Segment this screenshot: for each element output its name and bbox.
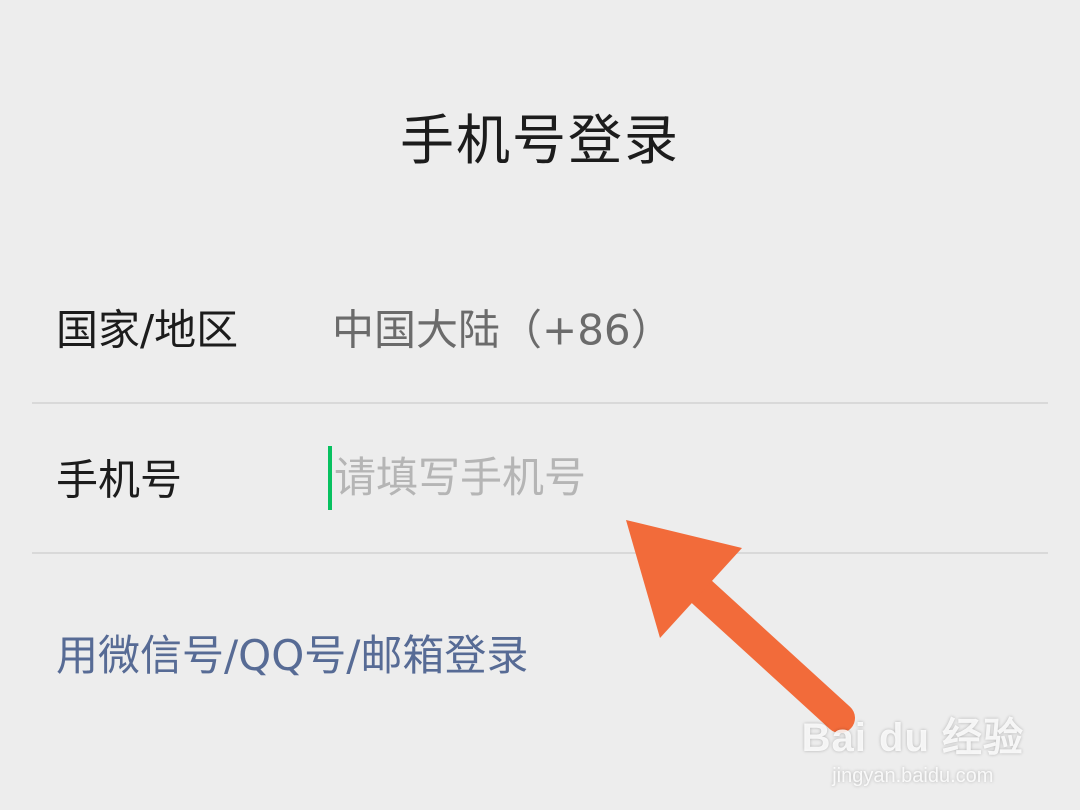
region-row[interactable]: 国家/地区 中国大陆（+86） xyxy=(32,252,1048,404)
phone-row: 手机号 xyxy=(32,402,1048,554)
page-title: 手机号登录 xyxy=(400,109,680,172)
region-value[interactable]: 中国大陆（+86） xyxy=(332,297,673,358)
alt-login-link[interactable]: 用微信号/QQ号/邮箱登录 xyxy=(56,622,528,683)
login-page: 手机号登录 国家/地区 中国大陆（+86） 手机号 用微信号/QQ号/邮箱登录 … xyxy=(0,0,1080,810)
phone-label: 手机号 xyxy=(56,455,183,505)
phone-input[interactable] xyxy=(328,442,1034,512)
watermark-url: jingyan.baidu.com xyxy=(832,765,994,787)
region-label: 国家/地区 xyxy=(56,305,239,355)
watermark-brand: Bai du 经验 xyxy=(801,716,1024,760)
watermark-logo: Bai du 经验 jingyan.baidu.com xyxy=(802,705,1024,788)
text-cursor xyxy=(328,446,332,510)
